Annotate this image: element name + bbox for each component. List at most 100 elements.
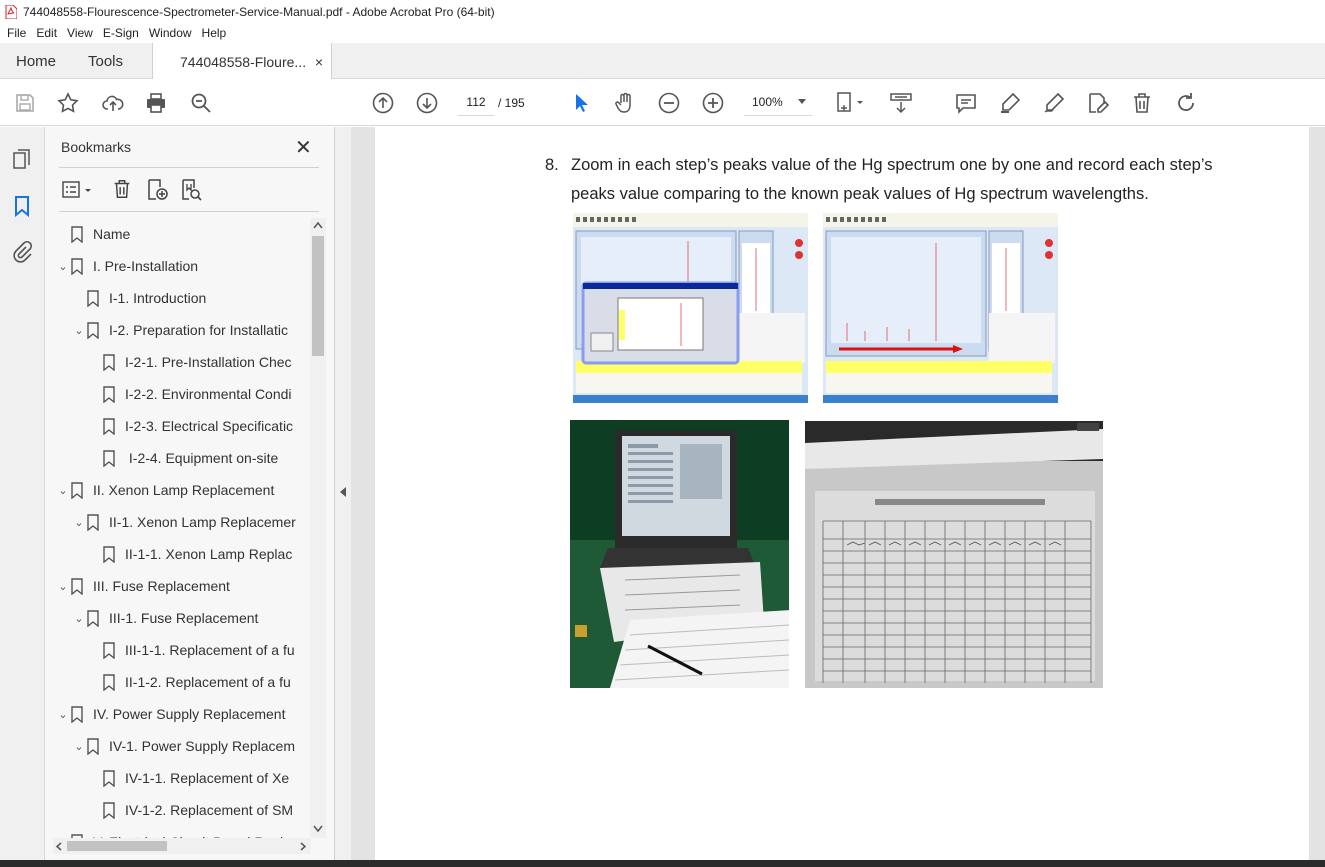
- chevron-down-icon[interactable]: ⌄: [71, 612, 87, 625]
- photo-recording-sheet: [805, 421, 1103, 688]
- bookmark-item[interactable]: Name: [55, 218, 130, 250]
- bookmark-label: I. Pre-Installation: [93, 258, 199, 274]
- panel-collapse-handle[interactable]: [335, 127, 351, 860]
- menu-esign[interactable]: E-Sign: [103, 26, 139, 40]
- divider: [59, 211, 319, 212]
- bookmark-item[interactable]: I-2-1. Pre-Installation Chec: [87, 346, 292, 378]
- options-menu-icon[interactable]: [61, 179, 93, 201]
- bookmark-panel-icon[interactable]: [10, 194, 34, 218]
- comment-icon[interactable]: [953, 90, 979, 116]
- bookmark-vertical-scrollbar[interactable]: [310, 218, 326, 838]
- bookmark-item[interactable]: III-1-1. Replacement of a fu: [87, 634, 295, 666]
- chevron-down-icon[interactable]: [313, 825, 323, 833]
- chevron-down-icon[interactable]: ⌄: [71, 324, 87, 337]
- bookmark-icon: [71, 577, 93, 595]
- bookmark-icon: [71, 481, 93, 499]
- bookmark-item[interactable]: ⌄ I-2. Preparation for Installatic: [71, 314, 288, 346]
- menu-window[interactable]: Window: [149, 26, 192, 40]
- chevron-down-icon[interactable]: ⌄: [71, 516, 87, 529]
- document-viewport[interactable]: 8. Zoom in each step’s peaks value of th…: [351, 127, 1325, 860]
- bookmark-horizontal-scrollbar[interactable]: [53, 838, 311, 854]
- print-icon[interactable]: [143, 90, 169, 116]
- tab-home[interactable]: Home: [0, 43, 72, 79]
- star-icon[interactable]: [55, 90, 81, 116]
- bookmark-label: I-2-2. Environmental Condi: [125, 386, 292, 402]
- chevron-up-icon[interactable]: [313, 221, 323, 229]
- bookmark-item[interactable]: ⌄ IV. Power Supply Replacement: [55, 698, 285, 730]
- highlight-pen-icon[interactable]: [997, 90, 1023, 116]
- close-panel-icon[interactable]: ✕: [295, 135, 312, 160]
- edit-document-icon[interactable]: [1085, 90, 1111, 116]
- bookmark-label: I-2-4. Equipment on-site: [125, 450, 279, 466]
- delete-trash-icon[interactable]: [1129, 90, 1155, 116]
- zoom-in-icon[interactable]: [700, 90, 726, 116]
- hand-tool-icon[interactable]: [612, 90, 638, 116]
- menu-view[interactable]: View: [67, 26, 93, 40]
- select-cursor-icon[interactable]: [568, 90, 594, 116]
- bookmark-item[interactable]: ⌄ II. Xenon Lamp Replacement: [55, 474, 274, 506]
- page-number-input[interactable]: 112: [458, 89, 494, 116]
- sign-pen-icon[interactable]: [1041, 90, 1067, 116]
- bookmark-item[interactable]: IV-1-2. Replacement of SM: [87, 794, 293, 826]
- bookmark-icon: [103, 385, 125, 403]
- taskbar-edge: [0, 860, 1325, 867]
- chevron-down-icon[interactable]: ⌄: [71, 740, 87, 753]
- bookmarks-title: Bookmarks: [61, 139, 132, 155]
- bookmark-item[interactable]: I-1. Introduction: [71, 282, 206, 314]
- zoom-search-icon[interactable]: [188, 90, 214, 116]
- chevron-down-icon[interactable]: ⌄: [55, 580, 71, 593]
- pdf-file-icon: [5, 4, 17, 19]
- scrollbar-thumb[interactable]: [312, 236, 324, 356]
- bookmark-item[interactable]: ⌄ IV-1. Power Supply Replacem: [71, 730, 295, 762]
- tab-tools[interactable]: Tools: [72, 43, 152, 79]
- bookmark-item[interactable]: ⌄ III. Fuse Replacement: [55, 570, 230, 602]
- bookmark-item[interactable]: IV-1-1. Replacement of Xe: [87, 762, 289, 794]
- previous-page-icon[interactable]: [370, 90, 396, 116]
- bookmark-icon: [103, 641, 125, 659]
- bookmark-item[interactable]: ⌄ I. Pre-Installation: [55, 250, 198, 282]
- find-bookmark-icon[interactable]: [179, 178, 203, 202]
- bookmark-item[interactable]: ⌄V. Electrical Circuit Board Repl: [55, 826, 283, 838]
- scroll-mode-icon[interactable]: [888, 90, 914, 116]
- scrollbar-thumb[interactable]: [67, 841, 167, 851]
- upload-cloud-icon[interactable]: [100, 90, 126, 116]
- page-thumbnails-icon[interactable]: [10, 147, 34, 171]
- menu-file[interactable]: File: [7, 26, 26, 40]
- fit-page-icon[interactable]: [833, 90, 867, 116]
- menu-help[interactable]: Help: [202, 26, 227, 40]
- bookmark-item[interactable]: I-2-3. Electrical Specificatic: [87, 410, 293, 442]
- bookmark-item[interactable]: ⌄ II-1. Xenon Lamp Replacemer: [71, 506, 296, 538]
- delete-bookmark-icon[interactable]: [111, 178, 133, 200]
- tab-document[interactable]: 744048558-Floure... ×: [152, 43, 332, 80]
- bookmark-icon: [103, 801, 125, 819]
- bookmark-item[interactable]: I-2-2. Environmental Condi: [87, 378, 292, 410]
- zoom-select[interactable]: 100%: [744, 89, 812, 116]
- chevron-down-icon[interactable]: ⌄: [55, 260, 71, 273]
- menu-edit[interactable]: Edit: [36, 26, 57, 40]
- chevron-right-icon[interactable]: [299, 842, 307, 851]
- attachment-paperclip-icon[interactable]: [10, 240, 34, 264]
- bookmark-item[interactable]: ⌄ III-1. Fuse Replacement: [71, 602, 258, 634]
- new-bookmark-icon[interactable]: [145, 178, 169, 202]
- bookmark-label: II-1-2. Replacement of a fu: [125, 674, 291, 690]
- save-icon[interactable]: [12, 90, 38, 116]
- bookmark-label: I-2-3. Electrical Specificatic: [125, 418, 294, 434]
- chevron-down-icon[interactable]: ⌄: [55, 708, 71, 721]
- rotate-icon[interactable]: [1173, 90, 1199, 116]
- divider: [59, 167, 319, 168]
- next-page-icon[interactable]: [414, 90, 440, 116]
- page-total: / 195: [498, 96, 525, 110]
- close-tab-icon[interactable]: ×: [315, 54, 323, 70]
- bookmark-label: IV-1-2. Replacement of SM: [125, 802, 294, 818]
- bookmark-label: II-1. Xenon Lamp Replacemer: [109, 514, 296, 530]
- chevron-left-icon[interactable]: [55, 842, 63, 851]
- bookmark-label: II-1-1. Xenon Lamp Replac: [125, 546, 293, 562]
- chevron-down-icon[interactable]: ⌄: [55, 484, 71, 497]
- zoom-out-icon[interactable]: [656, 90, 682, 116]
- bookmark-item[interactable]: II-1-2. Replacement of a fu: [87, 666, 291, 698]
- bookmark-item[interactable]: I-2-4. Equipment on-site: [87, 442, 278, 474]
- bookmark-icon: [87, 609, 109, 627]
- bookmark-item[interactable]: II-1-1. Xenon Lamp Replac: [87, 538, 292, 570]
- collapse-arrow-icon[interactable]: [338, 486, 348, 498]
- bookmark-label: Name: [93, 226, 131, 242]
